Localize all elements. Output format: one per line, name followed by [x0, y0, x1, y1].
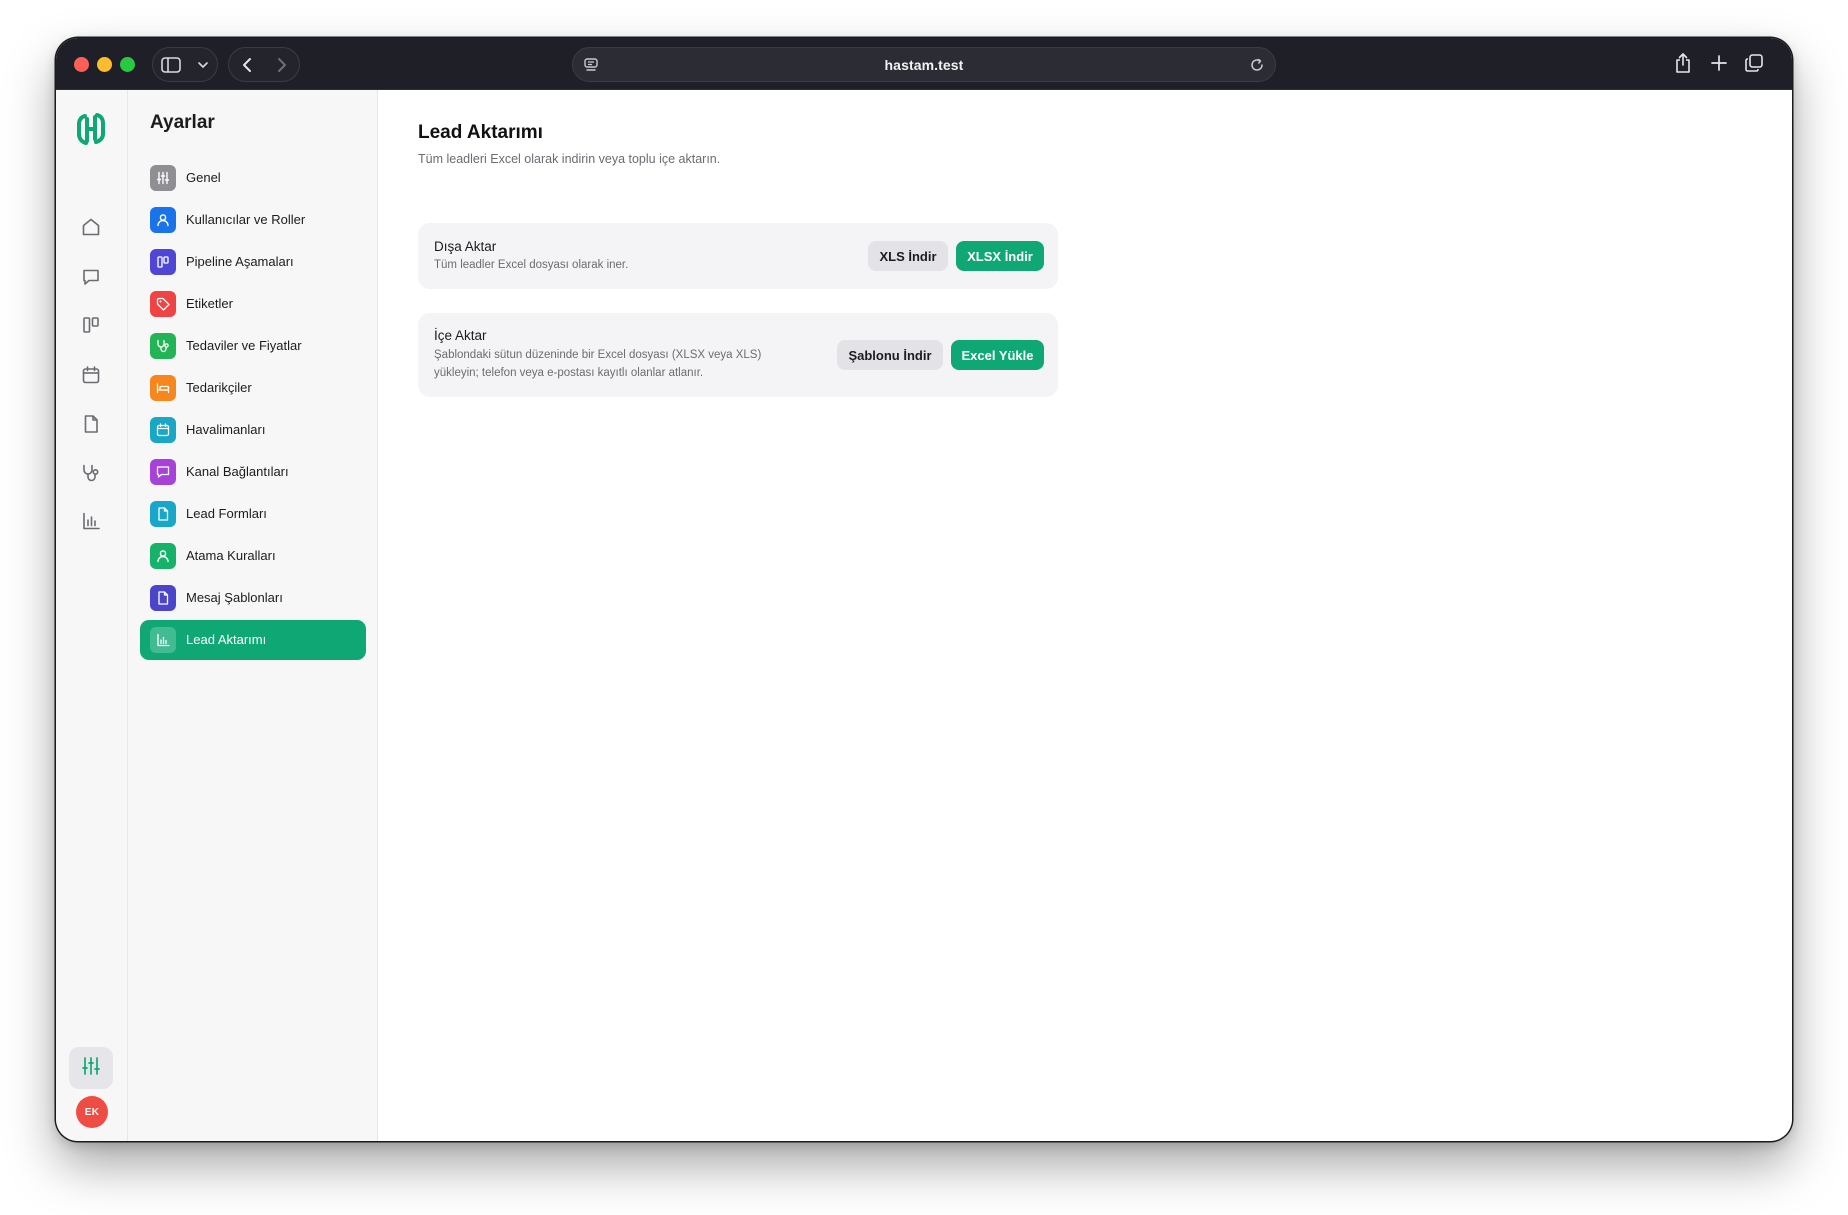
main-content: Lead Aktarımı Tüm leadleri Excel olarak … [378, 90, 1792, 1141]
browser-toolbar: hastam.test [56, 38, 1792, 90]
sidebar-item-label: Pipeline Aşamaları [186, 254, 294, 269]
user-icon [150, 207, 176, 233]
export-card-title: Dışa Aktar [434, 239, 497, 254]
import-card: İçe Aktar Şablondaki sütun düzeninde bir… [418, 313, 1058, 397]
sidebar-item-label: Lead Formları [186, 506, 267, 521]
import-card-title: İçe Aktar [434, 328, 487, 343]
back-arrow-icon[interactable] [241, 57, 253, 73]
app-rail: EK [56, 90, 128, 1141]
document-icon[interactable] [80, 413, 102, 435]
share-icon[interactable] [1674, 52, 1692, 79]
pipeline-icon [150, 249, 176, 275]
sidebar-item-label: Lead Aktarımı [186, 632, 267, 647]
user-icon [150, 543, 176, 569]
stethoscope-icon [150, 333, 176, 359]
bed-icon [150, 375, 176, 401]
pipeline-icon[interactable] [80, 314, 102, 336]
excel-upload-button[interactable]: Excel Yükle [951, 340, 1044, 370]
chevron-down-icon[interactable] [197, 61, 209, 69]
sidebar-item-lead-forms[interactable]: Lead Formları [140, 494, 366, 534]
sliders-icon [80, 1055, 102, 1082]
url-text[interactable]: hastam.test [573, 57, 1275, 73]
import-card-description-line1: Şablondaki sütun düzeninde bir Excel dos… [434, 349, 762, 361]
sidebar-item-users-roles[interactable]: Kullanıcılar ve Roller [140, 200, 366, 240]
sidebar-item-genel[interactable]: Genel [140, 158, 366, 198]
sidebar-item-label: Mesaj Şablonları [186, 590, 283, 605]
settings-sidebar: Ayarlar Genel Kullanıcılar ve Roller Pip… [128, 90, 378, 1141]
new-tab-icon[interactable] [1710, 54, 1728, 77]
sidebar-item-lead-transfer[interactable]: Lead Aktarımı [140, 620, 366, 660]
sidebar-item-message-templates[interactable]: Mesaj Şablonları [140, 578, 366, 618]
sidebar-item-label: Kanal Bağlantıları [186, 464, 289, 479]
address-bar[interactable]: hastam.test [572, 47, 1276, 82]
import-card-description-line2: yükleyin; telefon veya e-postası kayıtlı… [434, 367, 704, 379]
sliders-icon [150, 165, 176, 191]
sidebar-item-suppliers[interactable]: Tedarikçiler [140, 368, 366, 408]
page-title: Lead Aktarımı [418, 122, 543, 143]
chart-icon[interactable] [80, 510, 102, 532]
user-avatar[interactable]: EK [76, 1096, 108, 1128]
template-download-button[interactable]: Şablonu İndir [837, 340, 943, 370]
chat-icon[interactable] [80, 266, 102, 288]
export-card-description: Tüm leadler Excel dosyası olarak iner. [434, 259, 629, 271]
sidebar-item-label: Kullanıcılar ve Roller [186, 212, 306, 227]
xlsx-download-button[interactable]: XLSX İndir [956, 241, 1044, 271]
export-card: Dışa Aktar Tüm leadler Excel dosyası ola… [418, 223, 1058, 289]
sidebar-item-treatments-prices[interactable]: Tedaviler ve Fiyatlar [140, 326, 366, 366]
chart-icon [150, 627, 176, 653]
sidebar-item-label: Tedarikçiler [186, 380, 252, 395]
sidebar-title: Ayarlar [150, 112, 215, 133]
browser-window: hastam.test EK Ayarlar Genel Kullanıcıla… [56, 38, 1792, 1141]
sidebar-item-assignment-rules[interactable]: Atama Kuralları [140, 536, 366, 576]
home-icon[interactable] [80, 216, 102, 238]
sidebar-item-label: Etiketler [186, 296, 233, 311]
sidebar-item-airports[interactable]: Havalimanları [140, 410, 366, 450]
sidebar-item-label: Tedaviler ve Fiyatlar [186, 338, 302, 353]
history-nav-group [228, 47, 300, 82]
close-window-button[interactable] [74, 57, 89, 72]
stethoscope-icon[interactable] [80, 462, 102, 484]
sidebar-item-channel-connections[interactable]: Kanal Bağlantıları [140, 452, 366, 492]
calendar-icon[interactable] [80, 364, 102, 386]
reload-icon[interactable] [1249, 57, 1265, 78]
zoom-window-button[interactable] [120, 57, 135, 72]
document-icon [150, 585, 176, 611]
minimize-window-button[interactable] [97, 57, 112, 72]
sidebar-item-label: Atama Kuralları [186, 548, 276, 563]
tag-icon [150, 291, 176, 317]
settings-button[interactable] [69, 1047, 113, 1089]
sidebar-toggle-group[interactable] [152, 47, 218, 82]
document-icon [150, 501, 176, 527]
page-subtitle: Tüm leadleri Excel olarak indirin veya t… [418, 152, 721, 166]
sidebar-item-tags[interactable]: Etiketler [140, 284, 366, 324]
sidebar-item-label: Havalimanları [186, 422, 266, 437]
sidebar-item-pipeline-stages[interactable]: Pipeline Aşamaları [140, 242, 366, 282]
xls-download-button[interactable]: XLS İndir [868, 241, 948, 271]
calendar-icon [150, 417, 176, 443]
chat-icon [150, 459, 176, 485]
sidebar-toggle-icon[interactable] [161, 56, 181, 73]
forward-arrow-icon[interactable] [276, 57, 288, 73]
tab-overview-icon[interactable] [1744, 53, 1764, 78]
app-logo-icon[interactable] [76, 112, 106, 151]
sidebar-item-label: Genel [186, 170, 221, 185]
